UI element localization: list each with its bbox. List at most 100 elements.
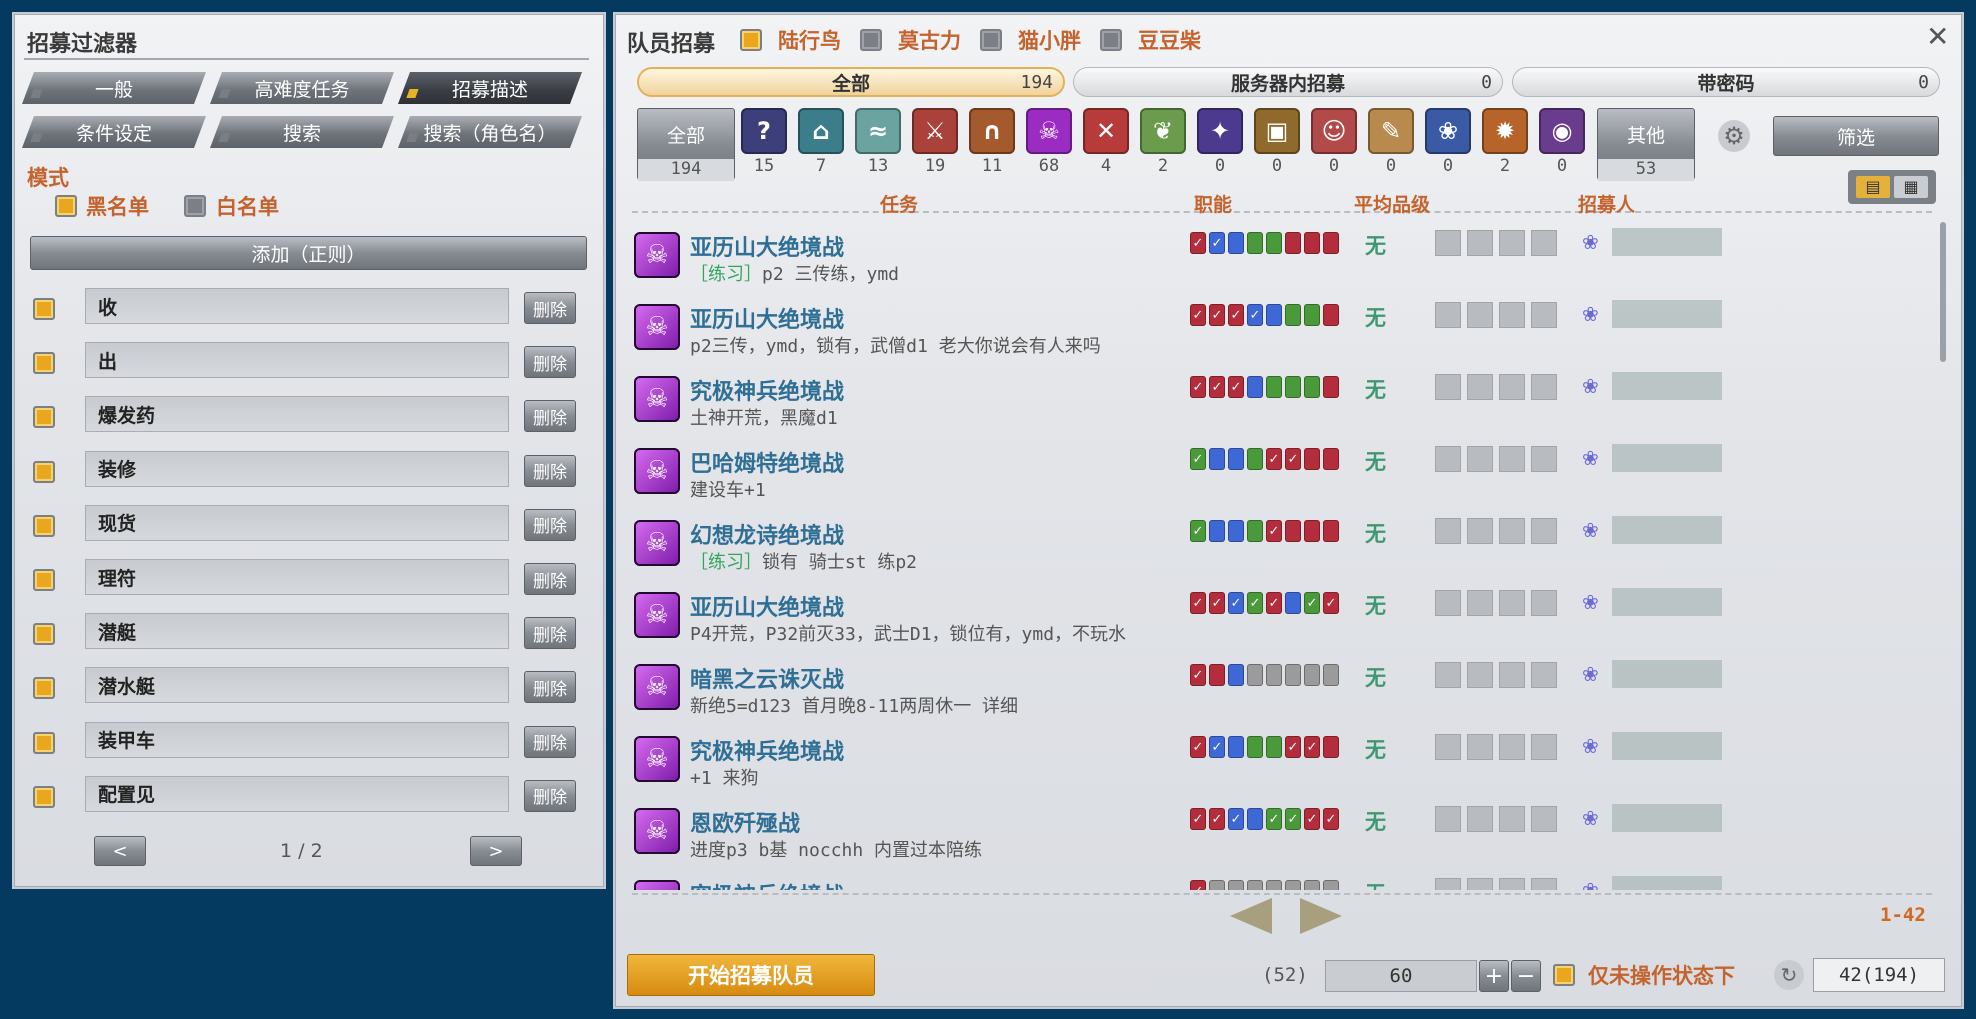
view-toggle[interactable]: ▤ ▦ (1848, 170, 1936, 204)
rule-delete-button[interactable]: 删除 (524, 400, 576, 433)
category-count: 2 (1499, 156, 1511, 176)
listing-row[interactable]: ☠ 恩欧歼殛战 进度p3 b基 nocchh 内置过本陪练 ✓ ✓ ✓ ✓ ✓ ✓ ✓ 无 ❀ (630, 800, 1935, 868)
chocobo-checkbox-0[interactable] (740, 29, 762, 51)
category-button-12[interactable]: ❀ 0 (1425, 108, 1471, 178)
rule-delete-button[interactable]: 删除 (524, 508, 576, 541)
rule-checkbox[interactable] (33, 298, 55, 320)
list-view-icon[interactable]: ▤ (1856, 176, 1890, 198)
job-slot-icon (1323, 520, 1339, 542)
prev-arrow-icon[interactable] (1230, 898, 1272, 934)
listing-row[interactable]: ☠ 亚历山大绝境战 p2三传，ymd，锁有，武僧d1 老大你说会有人来吗 ✓ ✓ ✓ ✓ 无 ❀ (630, 296, 1935, 364)
category-button-6[interactable]: ✕ 4 (1083, 108, 1129, 178)
rule-input[interactable]: 装甲车 (85, 721, 509, 758)
category-button-2[interactable]: ≈13 (855, 108, 901, 178)
idle-only-checkbox[interactable] (1553, 964, 1575, 986)
category-button-14[interactable]: ◉ 0 (1539, 108, 1585, 178)
rule-delete-button[interactable]: 删除 (524, 617, 576, 650)
rule-checkbox[interactable] (33, 677, 55, 700)
category-other-button[interactable]: 其他 53 (1597, 108, 1695, 181)
filter-tab-0[interactable]: 一般 (22, 72, 206, 104)
listing-row[interactable]: ☠ 究极神兵绝境战 +1 来狗 ✓ ✓ ✓ ✓ 无 ❀ (630, 728, 1935, 796)
add-regex-button[interactable]: 添加（正则） (30, 236, 587, 270)
category-button-8[interactable]: ✦ 0 (1197, 108, 1243, 178)
rule-checkbox[interactable] (33, 623, 55, 646)
category-button-3[interactable]: ⚔ 19 (912, 108, 958, 178)
top-tab-1[interactable]: 服务器内招募 0 (1073, 67, 1503, 97)
category-button-10[interactable]: ☺ 0 (1311, 108, 1357, 178)
rule-input[interactable]: 潜水艇 (85, 667, 509, 704)
category-button-13[interactable]: ✹ 2 (1482, 108, 1528, 178)
category-button-5[interactable]: ☠ 68 (1026, 108, 1072, 178)
rule-input[interactable]: 爆发药 (85, 396, 509, 433)
rule-input[interactable]: 收 (85, 288, 509, 324)
rule-checkbox[interactable] (33, 352, 55, 375)
listing-row[interactable]: ☠ 究极神兵绝境战 土神开荒，黑魔d1 ✓ ✓ ✓ 无 ❀ (630, 368, 1935, 436)
slot-box (1435, 446, 1461, 472)
rule-checkbox[interactable] (33, 785, 55, 808)
start-recruit-button[interactable]: 开始招募队员 (627, 954, 875, 996)
rule-checkbox[interactable] (33, 514, 55, 537)
duty-name: 究极神兵绝境战 (690, 380, 845, 405)
listing-row[interactable]: ☠ 亚历山大绝境战 P4开荒，P32前灭33，武士D1，锁位有，ymd，不玩水 ✓ ✓ ✓… (630, 584, 1935, 652)
category-button-0[interactable]: ? 15 (741, 108, 787, 178)
rule-delete-button[interactable]: 删除 (524, 454, 576, 487)
rule-input[interactable]: 潜艇 (85, 613, 509, 650)
whitelist-radio[interactable] (184, 195, 206, 217)
rule-delete-button[interactable]: 删除 (524, 563, 576, 595)
listing-row[interactable]: ☠ 暗黑之云诛灭战 新绝5=d123 首月晚8-11两周休一 详细 ✓ 无 ❀ (630, 656, 1935, 724)
filter-tab-3[interactable]: 条件设定 (22, 116, 206, 148)
close-icon[interactable]: ✕ (1926, 20, 1949, 53)
rule-checkbox[interactable] (33, 460, 55, 483)
rule-checkbox[interactable] (33, 731, 55, 754)
next-arrow-icon[interactable] (1300, 898, 1342, 934)
rule-delete-button[interactable]: 删除 (524, 292, 576, 324)
rule-input[interactable]: 配置见 (85, 775, 509, 812)
filter-button[interactable]: 筛选 (1773, 116, 1939, 156)
next-page-button[interactable]: > (470, 836, 522, 866)
rule-delete-button[interactable]: 删除 (524, 346, 576, 379)
filter-tab-5[interactable]: 搜索（角色名） (398, 116, 582, 148)
category-icon: ⚔ (912, 108, 958, 154)
rule-delete-button[interactable]: 删除 (524, 779, 576, 812)
filter-tab-1[interactable]: 高难度任务 (210, 72, 394, 104)
blacklist-radio[interactable] (55, 195, 77, 217)
category-icon: ✹ (1482, 108, 1528, 154)
listing-row[interactable]: ☠ 究极神兵绝境战 ✓ 无 ❀ (630, 872, 1935, 890)
plus-button[interactable]: + (1479, 960, 1509, 992)
rule-input[interactable]: 装修 (85, 450, 509, 487)
gear-icon[interactable]: ⚙ (1718, 120, 1750, 152)
prev-page-button[interactable]: < (94, 836, 146, 866)
listing-row[interactable]: ☠ 幻想龙诗绝境战 ［练习］锁有 骑士st 练p2 ✓ ✓ 无 ❀ (630, 512, 1935, 580)
top-tab-0[interactable]: 全部 194 (637, 67, 1065, 97)
rule-checkbox[interactable] (33, 406, 55, 429)
category-button-4[interactable]: ∩ 11 (969, 108, 1015, 178)
listing-row[interactable]: ☠ 亚历山大绝境战 ［练习］p2 三传练，ymd ✓ ✓ 无 ❀ (630, 224, 1935, 292)
rule-input[interactable]: 理符 (85, 559, 509, 595)
top-tab-2[interactable]: 带密码 0 (1512, 67, 1940, 97)
minus-button[interactable]: − (1511, 960, 1541, 992)
compact-view-icon[interactable]: ▦ (1894, 176, 1928, 198)
category-icon: ▣ (1254, 108, 1300, 154)
category-icon: ✕ (1083, 108, 1129, 154)
rule-input[interactable]: 现货 (85, 504, 509, 541)
category-button-9[interactable]: ▣ 0 (1254, 108, 1300, 178)
chocobo-checkbox-1[interactable] (860, 29, 882, 51)
chocobo-checkbox-2[interactable] (980, 29, 1002, 51)
rule-checkbox[interactable] (33, 569, 55, 591)
category-button-7[interactable]: ❦ 2 (1140, 108, 1186, 178)
duty-name: 亚历山大绝境战 (690, 596, 845, 621)
slot-box (1467, 230, 1493, 256)
listing-row[interactable]: ☠ 巴哈姆特绝境战 建设车+1 ✓ ✓ ✓ 无 ❀ (630, 440, 1935, 508)
filter-tab-2[interactable]: 招募描述 (398, 72, 582, 104)
chocobo-checkbox-3[interactable] (1100, 29, 1122, 51)
category-button-1[interactable]: ⌂ 7 (798, 108, 844, 178)
count-input[interactable]: 60 (1325, 960, 1477, 992)
rule-delete-button[interactable]: 删除 (524, 725, 576, 758)
category-all-button[interactable]: 全部 194 (637, 108, 735, 181)
filter-tab-4[interactable]: 搜索 (210, 116, 394, 148)
category-button-11[interactable]: ✎ 0 (1368, 108, 1414, 178)
refresh-icon[interactable]: ↻ (1774, 960, 1804, 990)
rule-input[interactable]: 出 (85, 342, 509, 379)
scrollbar[interactable] (1940, 222, 1946, 362)
rule-delete-button[interactable]: 删除 (524, 671, 576, 704)
